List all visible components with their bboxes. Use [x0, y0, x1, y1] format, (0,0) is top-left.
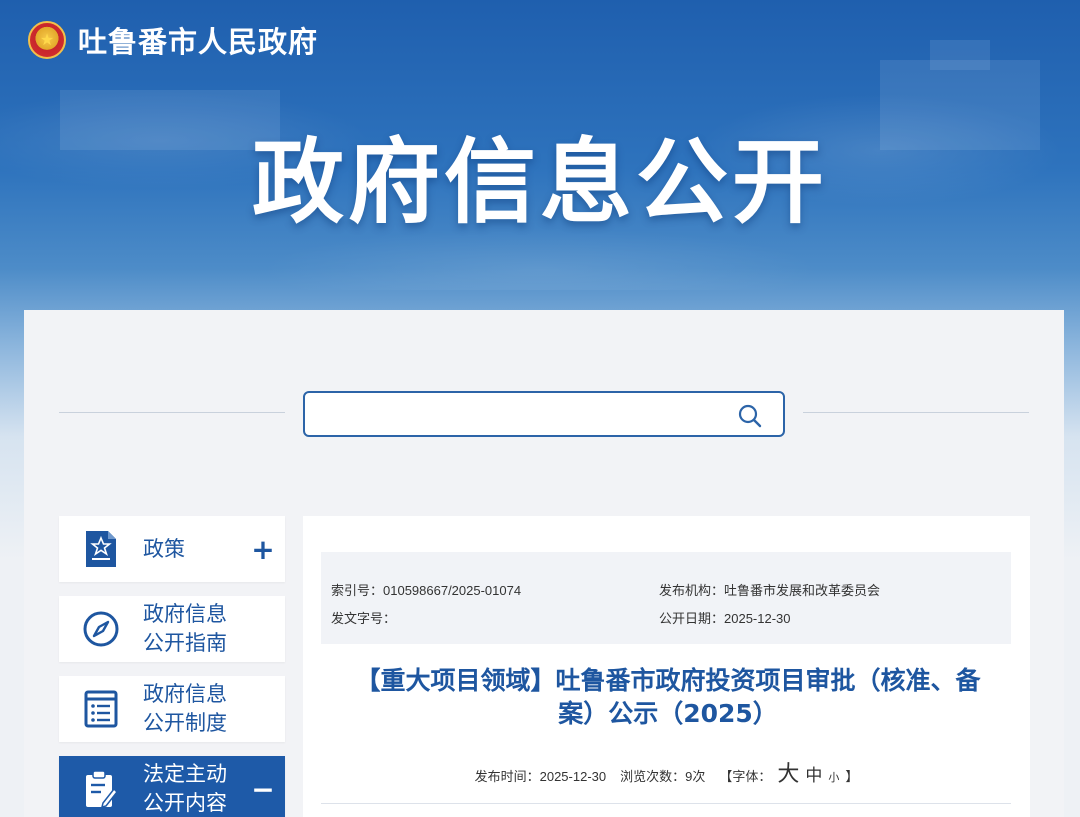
- font-size-selector: 【字体： 大 中 小 】: [719, 756, 858, 788]
- sidebar-item-statutory-content[interactable]: 法定主动 公开内容 −: [59, 756, 285, 817]
- search-divider-left: [59, 412, 285, 413]
- sidebar-item-policy[interactable]: 政策 +: [59, 516, 285, 582]
- main-panel: 政策 + 政府信息 公开指南 政府信息 公开制度 法定主动 公开内容 − 索引号…: [24, 310, 1064, 817]
- font-size-small-button[interactable]: 小: [828, 769, 839, 785]
- sidebar-item-label: 政府信息 公开制度: [143, 682, 227, 735]
- sidebar-item-label: 政府信息 公开指南: [143, 602, 227, 655]
- collapse-toggle[interactable]: −: [241, 773, 285, 806]
- compass-icon: [83, 611, 119, 647]
- search-divider-right: [803, 412, 1029, 413]
- view-count: 浏览次数：9次: [620, 769, 706, 784]
- expand-toggle[interactable]: +: [241, 533, 285, 566]
- meta-doc-no: 发文字号：: [331, 611, 397, 626]
- publish-time: 发布时间：2025-12-30: [474, 769, 607, 784]
- meta-open-date: 公开日期：2025-12-30: [659, 611, 791, 626]
- content-divider: [321, 803, 1011, 804]
- building-silhouette: [930, 40, 990, 70]
- meta-index-no: 索引号：010598667/2025-01074: [331, 583, 522, 598]
- banner-title: 政府信息公开: [251, 129, 828, 236]
- sidebar-item-system[interactable]: 政府信息 公开制度: [59, 676, 285, 742]
- document-star-icon: [86, 531, 116, 567]
- site-header[interactable]: ★ 吐鲁番市人民政府: [28, 18, 318, 62]
- national-emblem-icon: ★: [28, 21, 66, 59]
- site-name: 吐鲁番市人民政府: [78, 25, 319, 59]
- meta-issuer: 发布机构：吐鲁番市发展和改革委员会: [659, 583, 881, 598]
- search-box: [303, 391, 785, 437]
- search-icon[interactable]: [737, 403, 763, 429]
- article-content: 索引号：010598667/2025-01074 发布机构：吐鲁番市发展和改革委…: [303, 516, 1030, 817]
- article-title: 【重大项目领域】吐鲁番市政府投资项目审批（核准、备 案）公示（2025）: [355, 666, 981, 728]
- article-publish-info: 发布时间：2025-12-30 浏览次数：9次 【字体： 大 中 小 】: [303, 756, 1030, 788]
- sidebar-item-label: 政策: [143, 536, 185, 561]
- sidebar-item-guide[interactable]: 政府信息 公开指南: [59, 596, 285, 662]
- search-input[interactable]: [317, 401, 717, 427]
- sidebar-item-label: 法定主动 公开内容: [143, 762, 227, 815]
- article-meta-box: 索引号：010598667/2025-01074 发布机构：吐鲁番市发展和改革委…: [321, 552, 1011, 644]
- list-document-icon: [84, 690, 118, 728]
- font-size-large-button[interactable]: 大: [777, 756, 799, 788]
- font-size-medium-button[interactable]: 中: [805, 761, 822, 786]
- clipboard-edit-icon: [86, 770, 119, 809]
